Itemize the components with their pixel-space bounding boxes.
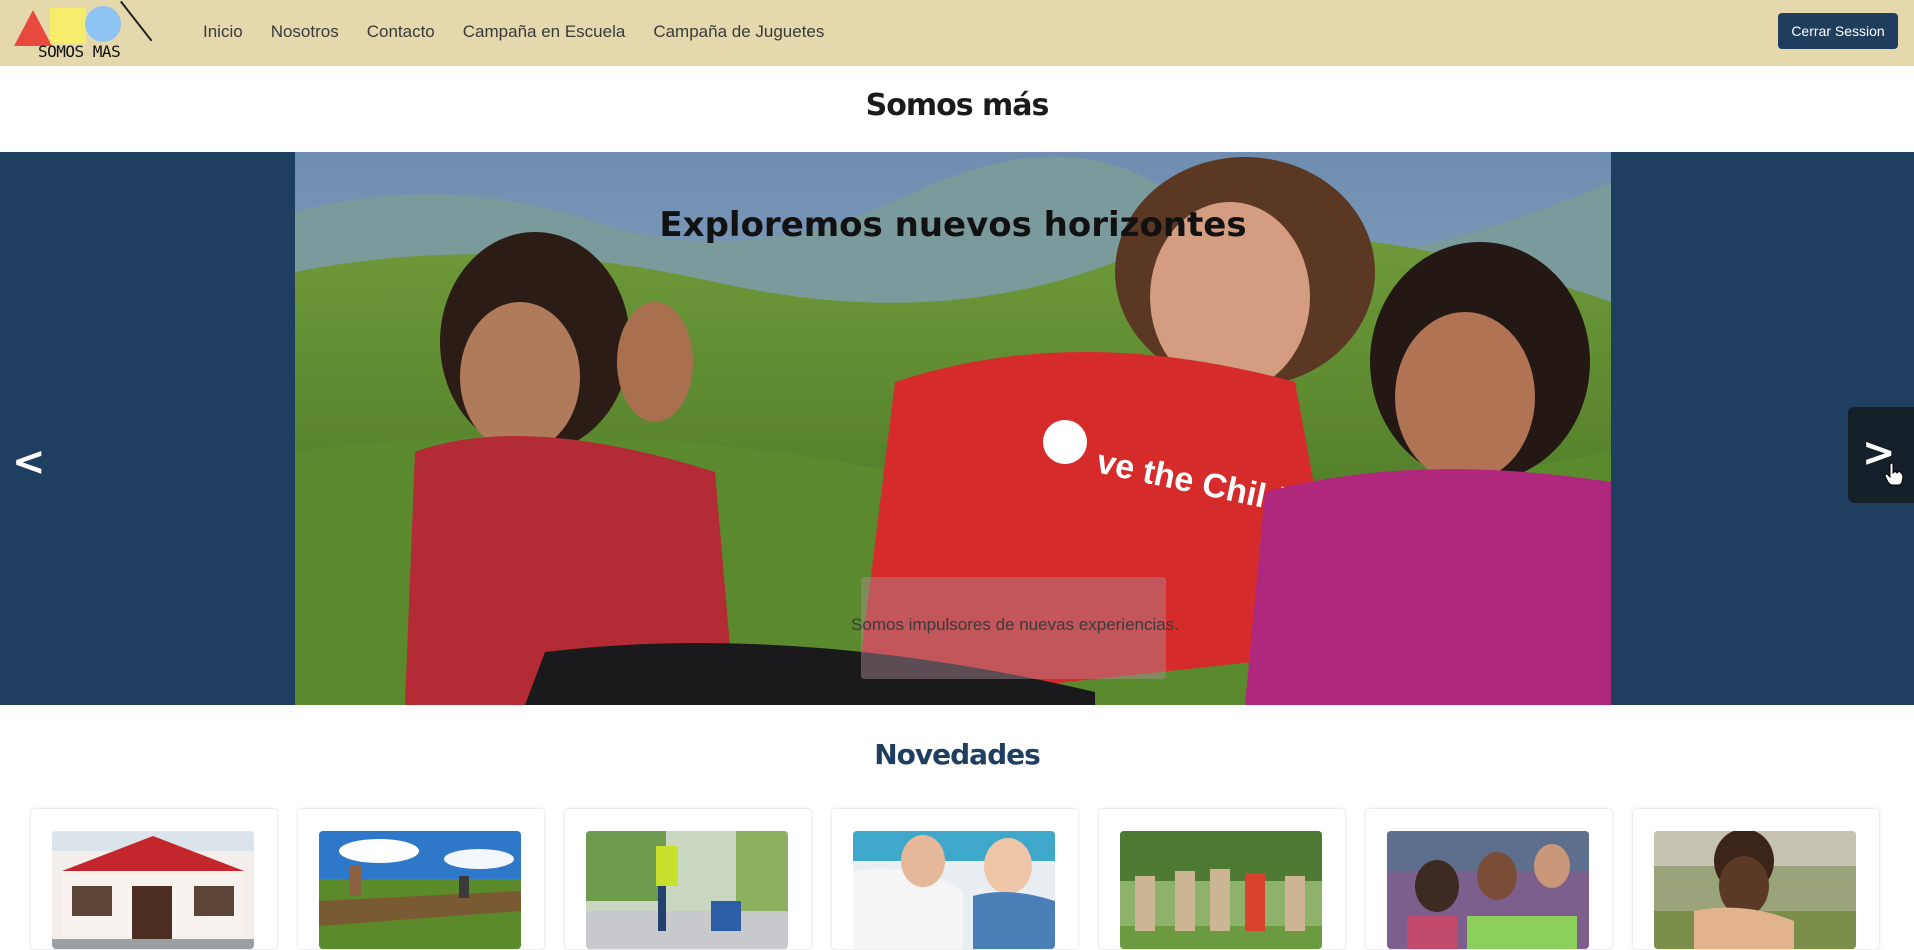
sack-race-image bbox=[1120, 831, 1322, 949]
slide-heading: Exploremos nuevos horizontes bbox=[659, 205, 1247, 245]
news-card[interactable] bbox=[831, 808, 1079, 950]
page-title: Somos más bbox=[865, 88, 1050, 123]
logo-text: SOMOS MAS bbox=[38, 42, 121, 61]
news-card-image bbox=[1387, 831, 1589, 949]
woman-child-image bbox=[1654, 831, 1856, 949]
logo-circle-icon bbox=[85, 6, 121, 42]
nav-link-campana-juguetes[interactable]: Campaña de Juguetes bbox=[653, 22, 824, 42]
nav-link-campana-escuela[interactable]: Campaña en Escuela bbox=[463, 22, 626, 42]
logo-square-icon bbox=[50, 8, 86, 44]
farm-field-image bbox=[319, 831, 521, 949]
nav-links: Inicio Nosotros Contacto Campaña en Escu… bbox=[203, 0, 852, 64]
news-card-image bbox=[1120, 831, 1322, 949]
community-center-image bbox=[52, 831, 254, 949]
nav-link-nosotros[interactable]: Nosotros bbox=[271, 22, 339, 42]
news-card-image bbox=[52, 831, 254, 949]
logo-triangle-icon bbox=[14, 10, 52, 46]
nav-link-inicio[interactable]: Inicio bbox=[203, 22, 243, 42]
carousel: ve the Childr Exploremos nuevos horizont… bbox=[0, 152, 1914, 705]
news-card-image bbox=[1654, 831, 1856, 949]
news-card[interactable] bbox=[1365, 808, 1613, 950]
logout-button[interactable]: Cerrar Session bbox=[1778, 13, 1898, 49]
doctor-child-image bbox=[853, 831, 1055, 949]
slide-caption: Somos impulsores de nuevas experiencias. bbox=[851, 615, 1179, 634]
street-cleaning-image bbox=[586, 831, 788, 949]
nav-link-contacto[interactable]: Contacto bbox=[367, 22, 435, 42]
classroom-activity-image bbox=[1387, 831, 1589, 949]
chevron-left-icon: < bbox=[12, 439, 46, 485]
news-card[interactable] bbox=[297, 808, 545, 950]
news-card[interactable] bbox=[1632, 808, 1880, 950]
navbar: SOMOS MAS Inicio Nosotros Contacto Campa… bbox=[0, 0, 1914, 66]
logo-line-icon bbox=[120, 0, 153, 42]
news-section-title: Novedades bbox=[874, 738, 1041, 771]
hand-cursor-icon bbox=[1884, 462, 1904, 486]
news-card[interactable] bbox=[1098, 808, 1346, 950]
news-card[interactable] bbox=[30, 808, 278, 950]
carousel-slide: ve the Childr Exploremos nuevos horizont… bbox=[295, 152, 1611, 705]
news-card-image bbox=[586, 831, 788, 949]
news-card-image bbox=[319, 831, 521, 949]
news-card[interactable] bbox=[564, 808, 812, 950]
carousel-prev-button[interactable]: < bbox=[12, 442, 46, 482]
logo[interactable]: SOMOS MAS bbox=[10, 0, 153, 62]
news-card-image bbox=[853, 831, 1055, 949]
carousel-next-button[interactable]: > bbox=[1848, 407, 1914, 503]
